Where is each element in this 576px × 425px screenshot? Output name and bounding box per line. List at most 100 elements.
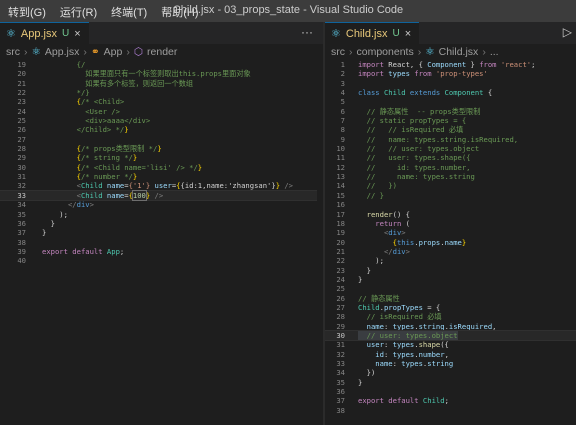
code-token: Child: [358, 302, 380, 312]
code-line[interactable]: 1 import React, { Component } from 'react…: [325, 60, 576, 69]
code-line[interactable]: 20 如果里面只有一个标签则取出this.props里面对象: [0, 69, 323, 78]
code-line[interactable]: 21 </div>: [325, 247, 576, 256]
code-line[interactable]: 37}: [0, 228, 323, 237]
code-line[interactable]: 27 Child.propTypes = {: [325, 303, 576, 312]
code-line[interactable]: 4 class Child extends Component {: [325, 88, 576, 97]
code-token: :: [383, 321, 393, 331]
code-line[interactable]: 2 import types from 'prop-types': [325, 69, 576, 78]
code-line[interactable]: 33 <Child name={100} />: [0, 189, 323, 202]
code-line[interactable]: 22 );: [325, 256, 576, 265]
breadcrumb-file[interactable]: Child.jsx: [439, 46, 479, 58]
code-line[interactable]: 15 // }: [325, 191, 576, 200]
code-line[interactable]: 17 render() {: [325, 210, 576, 219]
code-line[interactable]: 36 }: [0, 219, 323, 228]
code-editor[interactable]: 19 {/20 如果里面只有一个标签则取出this.props里面对象 21 如果…: [0, 60, 323, 425]
code-line[interactable]: 14 // }): [325, 181, 576, 190]
breadcrumb-method[interactable]: render: [147, 46, 177, 58]
code-line[interactable]: 6 // 静态属性 -- props类型限制: [325, 107, 576, 116]
code-line[interactable]: 29 name: types.string.isRequired,: [325, 322, 576, 331]
code-line[interactable]: 19 <div>: [325, 228, 576, 237]
code-line[interactable]: 3: [325, 79, 576, 88]
code-token: }: [42, 228, 47, 238]
code-line[interactable]: 28 {/* props类型限制 */}: [0, 144, 323, 153]
code-editor[interactable]: 1 import React, { Component } from 'react…: [325, 60, 576, 425]
code-line[interactable]: 34 </div>: [0, 200, 323, 209]
tab-app-jsx[interactable]: ⚛ App.jsx U ×: [0, 22, 89, 44]
line-number: 23: [17, 97, 26, 107]
code-token: class: [358, 88, 380, 98]
close-icon[interactable]: ×: [74, 28, 80, 40]
breadcrumb-src[interactable]: src: [331, 46, 345, 58]
code-line[interactable]: 7 // static propTypes = {: [325, 116, 576, 125]
line-text: {this.props.name}: [358, 238, 467, 247]
react-icon: ⚛: [331, 28, 341, 40]
code-token: from: [414, 69, 432, 79]
line-number: 40: [17, 256, 26, 266]
code-line[interactable]: 12 // id: types.number,: [325, 163, 576, 172]
breadcrumb-src[interactable]: src: [6, 46, 20, 58]
code-line[interactable]: 19 {/: [0, 60, 323, 69]
code-line[interactable]: 25 <div>aaaa</div>: [0, 116, 323, 125]
code-line[interactable]: 32 <Child name={'1'} user={{id:1,name:'z…: [0, 181, 323, 190]
code-line[interactable]: 37 export default Child;: [325, 396, 576, 405]
code-line[interactable]: 35}: [325, 378, 576, 387]
line-text: user: types.shape({: [358, 340, 449, 349]
code-line[interactable]: 35 );: [0, 210, 323, 219]
code-line[interactable]: 26 </Child> */}: [0, 125, 323, 134]
code-line[interactable]: 36: [325, 387, 576, 396]
code-line[interactable]: 21 如果有多个标签，则返回一个数组: [0, 79, 323, 88]
code-line[interactable]: 24}: [325, 275, 576, 284]
code-line[interactable]: 5: [325, 97, 576, 106]
code-line[interactable]: 32 id: types.number,: [325, 350, 576, 359]
code-line[interactable]: 9 // name: types.string.isRequired,: [325, 135, 576, 144]
code-line[interactable]: 30 // user: types.object: [325, 329, 576, 342]
code-line[interactable]: 29 {/* string */}: [0, 153, 323, 162]
code-line[interactable]: 33 name: types.string: [325, 359, 576, 368]
code-line[interactable]: 11 // user: types.shape({: [325, 153, 576, 162]
tab-child-jsx[interactable]: ⚛ Child.jsx U ×: [325, 22, 420, 44]
menu-help[interactable]: 帮助(H): [161, 4, 198, 20]
code-token: () {: [392, 209, 410, 219]
code-line[interactable]: 30 {/* <Child name='lisi' /> */}: [0, 163, 323, 172]
code-token: types: [392, 340, 415, 350]
code-line[interactable]: 40: [0, 256, 323, 265]
code-token: types: [388, 69, 410, 79]
breadcrumb-more[interactable]: ...: [490, 46, 499, 58]
more-actions-icon[interactable]: ···: [301, 25, 313, 39]
code-line[interactable]: 22 */}: [0, 88, 323, 97]
code-line[interactable]: 39 export default App;: [0, 247, 323, 256]
code-line[interactable]: 13 // name: types.string: [325, 172, 576, 181]
run-icon[interactable]: ▷: [563, 25, 572, 39]
code-token: isRequired: [448, 321, 493, 331]
code-token: {: [483, 88, 493, 98]
code-line[interactable]: 38: [0, 238, 323, 247]
breadcrumb-folder[interactable]: components: [357, 46, 414, 58]
code-line[interactable]: 8 // // isRequired 必填: [325, 125, 576, 134]
code-line[interactable]: 26 // 静态属性: [325, 294, 576, 303]
code-line[interactable]: 38: [325, 406, 576, 415]
code-line[interactable]: 24 <User />: [0, 107, 323, 116]
close-icon[interactable]: ×: [405, 28, 411, 40]
tab-label: Child.jsx: [345, 27, 388, 40]
menu-terminal[interactable]: 终端(T): [111, 4, 147, 20]
code-line[interactable]: 34 }): [325, 368, 576, 377]
code-line[interactable]: 28 // isRequired 必填: [325, 312, 576, 321]
code-line[interactable]: 23 }: [325, 266, 576, 275]
code-line[interactable]: 31 {/* number */}: [0, 172, 323, 181]
code-token: ;: [531, 60, 536, 69]
menu-goto[interactable]: 转到(G): [8, 4, 46, 20]
line-number: 33: [336, 359, 345, 368]
code-line[interactable]: 31 user: types.shape({: [325, 340, 576, 349]
breadcrumb-file[interactable]: App.jsx: [45, 46, 79, 58]
code-line[interactable]: 25: [325, 284, 576, 293]
code-line[interactable]: 10 // // user: types.object: [325, 144, 576, 153]
code-token: {: [42, 162, 81, 172]
code-line[interactable]: 23 {/* <Child>: [0, 97, 323, 106]
code-line[interactable]: 27: [0, 135, 323, 144]
code-line[interactable]: 16: [325, 200, 576, 209]
menu-run[interactable]: 运行(R): [60, 4, 97, 20]
code-line[interactable]: 20 {this.props.name}: [325, 238, 576, 247]
code-token: // isRequired 必填: [358, 312, 442, 322]
breadcrumb-class[interactable]: App: [104, 46, 123, 58]
code-line[interactable]: 18 return (: [325, 219, 576, 228]
